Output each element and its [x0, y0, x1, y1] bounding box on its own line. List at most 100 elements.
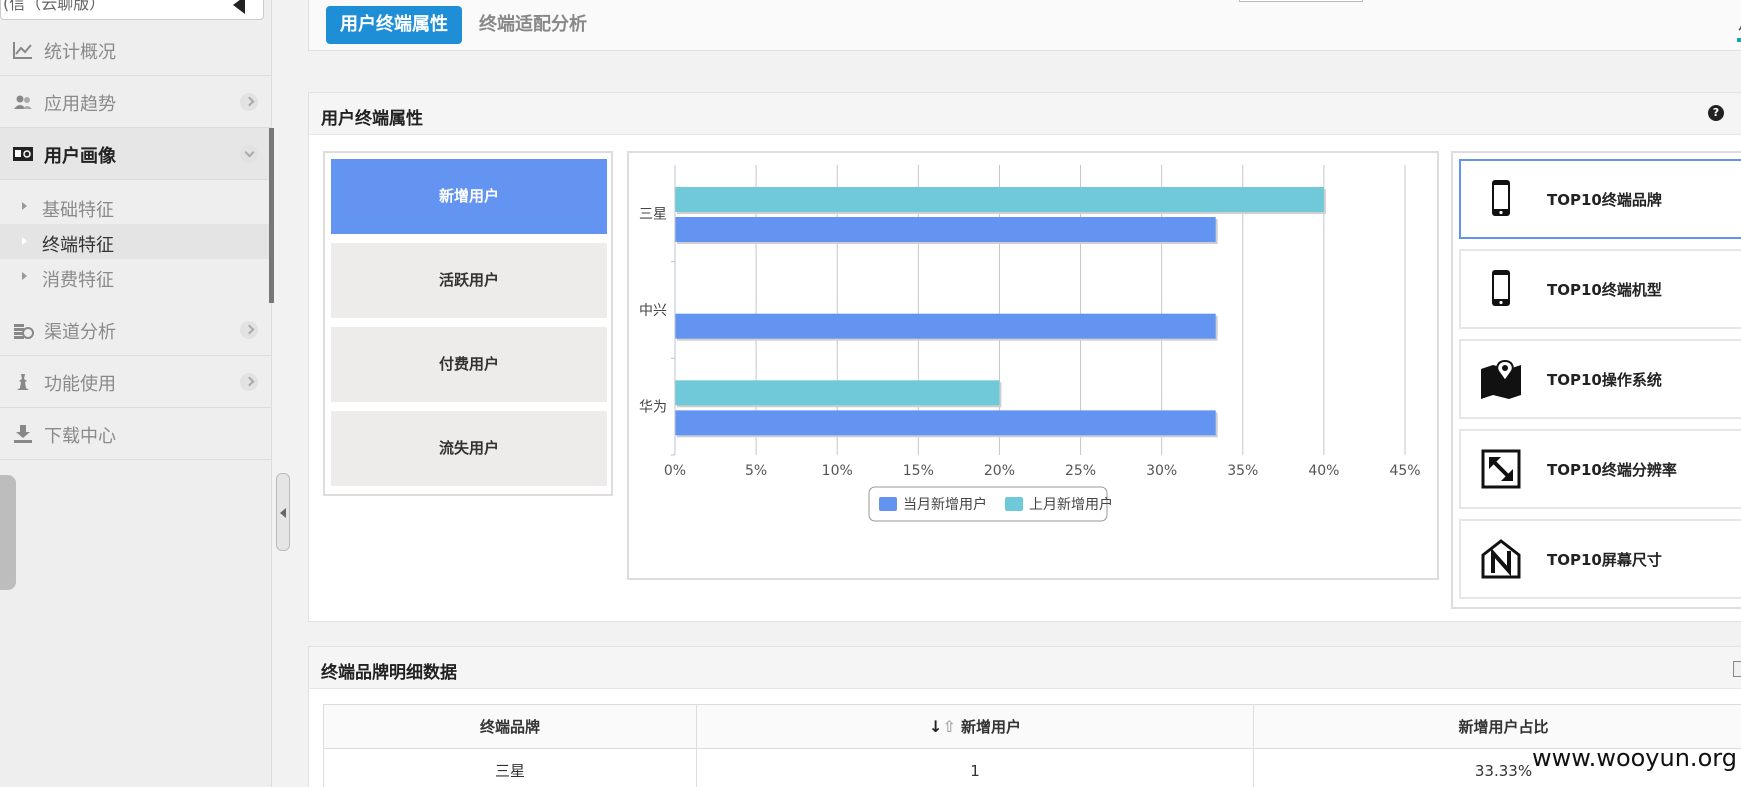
nav-item-channels[interactable]: 渠道分析 [0, 304, 272, 356]
period-underline [1737, 38, 1741, 42]
sort-desc-icon[interactable]: ↓ [929, 717, 942, 736]
house-n-icon [1481, 539, 1521, 579]
legend-label: 上月新增用户 [1029, 496, 1113, 513]
subnav-label: 消费特征 [42, 270, 114, 291]
top10-brand[interactable]: TOP10终端品牌 [1459, 159, 1741, 239]
user-type-active[interactable]: 活跃用户 [331, 243, 607, 318]
top10-resolution[interactable]: TOP10终端分辨率 [1459, 429, 1741, 509]
table-cell-new-users: 1 [696, 748, 1254, 787]
table-cell-brand: 三星 [323, 748, 697, 787]
panel-title: 用户终端属性 [321, 109, 423, 129]
x-tick-label: 5% [745, 463, 767, 479]
dropdown-stub [1239, 0, 1363, 2]
period-toggle-month[interactable]: 月 [1733, 10, 1741, 34]
sort-asc-icon[interactable]: ⇧ [942, 717, 955, 736]
x-tick-label: 10% [822, 463, 853, 479]
triangle-right-icon [22, 272, 27, 280]
chevron-right-icon [240, 93, 258, 111]
nav-item-downloads[interactable]: 下载中心 [0, 408, 272, 460]
subnav-item-consumption[interactable]: 消费特征 [0, 259, 272, 294]
top10-os[interactable]: TOP10操作系统 [1459, 339, 1741, 419]
x-tick-label: 25% [1065, 463, 1096, 479]
bar-current-month [675, 410, 1216, 436]
nav-label: 渠道分析 [44, 322, 116, 343]
panel-header: 终端品牌明细数据 [309, 647, 1741, 689]
chevron-down-icon [240, 145, 258, 163]
subnav-item-basic[interactable]: 基础特征 [0, 189, 272, 224]
side-feedback-tab[interactable] [0, 475, 16, 590]
x-tick-label: 15% [903, 463, 934, 479]
chevron-right-icon [240, 373, 258, 391]
bar-previous-month [675, 187, 1324, 212]
x-tick-label: 20% [984, 463, 1015, 479]
y-tick-label: 华为 [639, 400, 667, 416]
x-tick-label: 35% [1227, 463, 1258, 479]
legend-label: 当月新增用户 [903, 496, 987, 513]
x-tick-label: 40% [1308, 463, 1339, 479]
top10-label: TOP10屏幕尺寸 [1547, 551, 1662, 569]
user-type-churned[interactable]: 流失用户 [331, 411, 607, 486]
top-tab-bar: 用户终端属性 终端适配分析 月 [308, 0, 1741, 51]
app-root: (信（云聊版） 统计概况 应用趋势 用户画像 基础特征 终端特征 消费特征 渠道… [0, 0, 1741, 787]
bar-current-month [675, 217, 1216, 242]
nav-item-features[interactable]: 功能使用 [0, 356, 272, 408]
nav-label: 应用趋势 [44, 94, 116, 115]
nav-label: 下载中心 [44, 426, 116, 447]
coins-icon [14, 324, 34, 339]
column-header-brand[interactable]: 终端品牌 [323, 704, 697, 749]
subnav-item-terminal[interactable]: 终端特征 [0, 224, 272, 259]
nav-label: 统计概况 [44, 42, 116, 63]
x-tick-label: 45% [1389, 463, 1420, 479]
brand-detail-table-wrap: 终端品牌 ↓⇧ 新增用户 新增用户占比 三星 1 33.33% [323, 704, 1741, 787]
map-pin-icon [1481, 359, 1521, 399]
top10-label: TOP10终端机型 [1547, 281, 1662, 299]
terminal-attributes-panel: 用户终端属性 ? 新增用户 活跃用户 付费用户 流失用户 0% 5% 10% 15% 2… [308, 92, 1741, 622]
nav-label: 功能使用 [44, 374, 116, 395]
column-header-new-users[interactable]: ↓⇧ 新增用户 [696, 704, 1254, 749]
table-row: 三星 1 33.33% [323, 748, 1741, 787]
bar-previous-month [675, 380, 1000, 406]
watermark-text: www.wooyun.org [1532, 744, 1737, 772]
sidebar-collapse-handle[interactable] [276, 473, 290, 551]
caret-left-icon[interactable] [233, 0, 245, 14]
id-card-icon [13, 147, 33, 161]
download-icon [14, 425, 32, 443]
nav-label: 用户画像 [44, 146, 116, 167]
x-tick-label: 30% [1146, 463, 1177, 479]
nav-item-user-profile[interactable]: 用户画像 [0, 128, 272, 180]
top10-label: TOP10操作系统 [1547, 371, 1662, 389]
subnav-label: 基础特征 [42, 200, 114, 221]
top10-screen-size[interactable]: TOP10屏幕尺寸 [1459, 519, 1741, 599]
panel-header: 用户终端属性 ? [309, 93, 1741, 135]
subnav-label: 终端特征 [42, 235, 114, 256]
help-icon[interactable]: ? [1708, 105, 1724, 121]
y-tick-label: 中兴 [639, 303, 667, 319]
tab-terminal-adaptation[interactable]: 终端适配分析 [465, 6, 601, 44]
tab-user-terminal-attributes[interactable]: 用户终端属性 [326, 6, 462, 44]
triangle-right-icon [22, 237, 27, 245]
sidebar-scrollbar[interactable] [269, 128, 274, 303]
users-icon [14, 95, 32, 109]
export-icon[interactable] [1733, 661, 1741, 677]
panel-title: 终端品牌明细数据 [321, 663, 457, 683]
app-selector[interactable]: (信（云聊版） [0, 0, 264, 20]
user-type-new[interactable]: 新增用户 [331, 159, 607, 234]
app-name: (信（云聊版） [3, 0, 106, 13]
column-header-label: 新增用户 [961, 718, 1022, 736]
legend-swatch [879, 497, 897, 511]
phone-icon [1492, 270, 1510, 306]
user-type-selector: 新增用户 活跃用户 付费用户 流失用户 [323, 151, 613, 496]
chess-icon [17, 374, 29, 390]
column-header-new-user-share[interactable]: 新增用户占比 [1253, 704, 1741, 749]
top10-label: TOP10终端分辨率 [1547, 461, 1677, 479]
user-type-paying[interactable]: 付费用户 [331, 327, 607, 402]
top10-label: TOP10终端品牌 [1547, 191, 1662, 209]
bar-chart-container: 0% 5% 10% 15% 20% 25% 30% 35% 40% 45% 三星 中兴 华为 当月新增用户… [627, 151, 1439, 580]
resize-icon [1481, 449, 1521, 489]
legend-swatch [1005, 497, 1023, 511]
x-tick-label: 0% [664, 463, 686, 479]
nav-item-overview[interactable]: 统计概况 [0, 24, 272, 76]
brand-detail-table: 终端品牌 ↓⇧ 新增用户 新增用户占比 三星 1 33.33% [323, 704, 1741, 787]
top10-model[interactable]: TOP10终端机型 [1459, 249, 1741, 329]
nav-item-trends[interactable]: 应用趋势 [0, 76, 272, 128]
